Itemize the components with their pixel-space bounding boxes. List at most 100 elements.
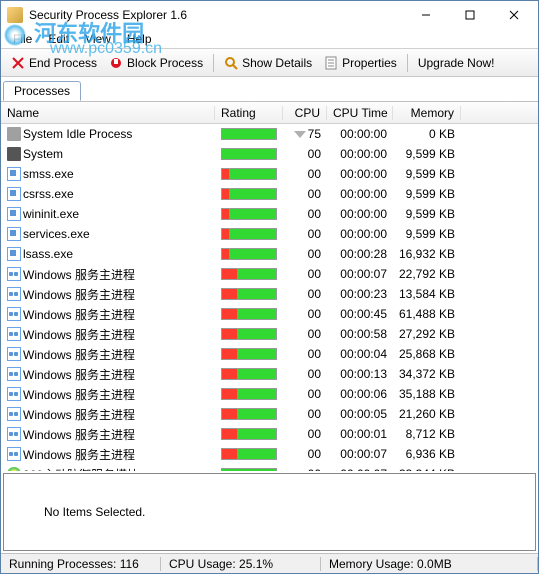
rating-bar	[221, 348, 277, 360]
process-name: Windows 服务主进程	[23, 306, 135, 323]
rating-bar	[221, 288, 277, 300]
table-header: Name Rating CPU CPU Time Memory	[1, 102, 538, 124]
cpu-time-value: 00:00:00	[327, 127, 393, 141]
menu-file[interactable]: File	[5, 30, 40, 48]
process-icon	[7, 407, 21, 421]
cpu-value: 00	[283, 287, 327, 301]
process-name: Windows 服务主进程	[23, 366, 135, 383]
rating-bar	[221, 368, 277, 380]
process-icon	[7, 227, 21, 241]
table-row[interactable]: System Idle Process7500:00:000 KB	[1, 124, 538, 144]
toolbar-separator	[213, 54, 214, 72]
memory-value: 22,792 KB	[393, 267, 461, 281]
table-row[interactable]: csrss.exe0000:00:009,599 KB	[1, 184, 538, 204]
table-row[interactable]: Windows 服务主进程0000:00:0521,260 KB	[1, 404, 538, 424]
memory-value: 35,188 KB	[393, 387, 461, 401]
process-icon	[7, 267, 21, 281]
table-row[interactable]: Windows 服务主进程0000:00:0722,792 KB	[1, 264, 538, 284]
cpu-value: 00	[283, 147, 327, 161]
cpu-time-value: 00:00:00	[327, 167, 393, 181]
memory-value: 9,599 KB	[393, 227, 461, 241]
window-controls	[404, 2, 536, 28]
window-title: Security Process Explorer 1.6	[29, 8, 404, 22]
maximize-button[interactable]	[448, 2, 492, 28]
tabs: Processes	[1, 77, 538, 101]
table-row[interactable]: lsass.exe0000:00:2816,932 KB	[1, 244, 538, 264]
memory-value: 9,599 KB	[393, 207, 461, 221]
col-rating[interactable]: Rating	[215, 106, 283, 120]
app-icon	[7, 7, 23, 23]
show-details-button[interactable]: Show Details	[218, 54, 318, 72]
table-row[interactable]: Windows 服务主进程0000:00:0425,868 KB	[1, 344, 538, 364]
process-name: Windows 服务主进程	[23, 446, 135, 463]
col-name[interactable]: Name	[1, 106, 215, 120]
cpu-value: 00	[283, 447, 327, 461]
memory-value: 6,936 KB	[393, 447, 461, 461]
col-cpu-time[interactable]: CPU Time	[327, 106, 393, 120]
end-process-button[interactable]: End Process	[5, 54, 103, 72]
memory-value: 25,868 KB	[393, 347, 461, 361]
app-window: Security Process Explorer 1.6 File Edit …	[0, 0, 539, 574]
close-button[interactable]	[492, 2, 536, 28]
cpu-value: 00	[283, 467, 327, 471]
process-icon	[7, 427, 21, 441]
table-row[interactable]: Windows 服务主进程0000:00:0635,188 KB	[1, 384, 538, 404]
memory-value: 9,599 KB	[393, 147, 461, 161]
status-memory: Memory Usage: 0.0MB	[321, 557, 538, 571]
upgrade-button[interactable]: Upgrade Now!	[412, 54, 501, 72]
process-name: Windows 服务主进程	[23, 406, 135, 423]
table-row[interactable]: Windows 服务主进程0000:00:018,712 KB	[1, 424, 538, 444]
process-icon	[7, 327, 21, 341]
titlebar: Security Process Explorer 1.6	[1, 1, 538, 29]
rating-bar	[221, 208, 277, 220]
table-row[interactable]: 360主动防御服务模块0000:00:0733,344 KB	[1, 464, 538, 471]
cpu-value: 00	[283, 207, 327, 221]
rating-bar	[221, 228, 277, 240]
rating-bar	[221, 408, 277, 420]
process-icon	[7, 347, 21, 361]
block-process-label: Block Process	[127, 56, 203, 70]
process-name: csrss.exe	[23, 187, 74, 201]
toolbar-separator	[407, 54, 408, 72]
process-name: Windows 服务主进程	[23, 386, 135, 403]
process-name: lsass.exe	[23, 247, 73, 261]
table-row[interactable]: Windows 服务主进程0000:00:4561,488 KB	[1, 304, 538, 324]
table-row[interactable]: Windows 服务主进程0000:00:1334,372 KB	[1, 364, 538, 384]
process-icon	[7, 287, 21, 301]
table-row[interactable]: Windows 服务主进程0000:00:5827,292 KB	[1, 324, 538, 344]
rating-bar	[221, 468, 277, 471]
properties-icon	[324, 56, 338, 70]
memory-value: 21,260 KB	[393, 407, 461, 421]
rating-bar	[221, 328, 277, 340]
process-name: services.exe	[23, 227, 90, 241]
menu-view[interactable]: View	[77, 30, 119, 48]
rating-bar	[221, 268, 277, 280]
table-row[interactable]: wininit.exe0000:00:009,599 KB	[1, 204, 538, 224]
menu-help[interactable]: Help	[119, 30, 160, 48]
minimize-button[interactable]	[404, 2, 448, 28]
table-row[interactable]: smss.exe0000:00:009,599 KB	[1, 164, 538, 184]
col-cpu[interactable]: CPU	[283, 106, 327, 120]
process-name: 360主动防御服务模块	[23, 466, 139, 472]
col-memory[interactable]: Memory	[393, 106, 461, 120]
sort-desc-icon	[294, 131, 306, 138]
block-process-button[interactable]: Block Process	[103, 54, 209, 72]
end-process-label: End Process	[29, 56, 97, 70]
memory-value: 9,599 KB	[393, 167, 461, 181]
process-icon	[7, 167, 21, 181]
table-row[interactable]: Windows 服务主进程0000:00:2313,584 KB	[1, 284, 538, 304]
table-row[interactable]: Windows 服务主进程0000:00:076,936 KB	[1, 444, 538, 464]
rating-bar	[221, 248, 277, 260]
table-row[interactable]: services.exe0000:00:009,599 KB	[1, 224, 538, 244]
show-details-label: Show Details	[242, 56, 312, 70]
properties-button[interactable]: Properties	[318, 54, 403, 72]
cpu-time-value: 00:00:07	[327, 467, 393, 471]
cpu-time-value: 00:00:00	[327, 227, 393, 241]
tab-processes[interactable]: Processes	[3, 81, 81, 101]
table-row[interactable]: System0000:00:009,599 KB	[1, 144, 538, 164]
cpu-time-value: 00:00:01	[327, 427, 393, 441]
memory-value: 8,712 KB	[393, 427, 461, 441]
menu-edit[interactable]: Edit	[40, 30, 77, 48]
menubar: File Edit View Help	[1, 29, 538, 49]
rating-bar	[221, 388, 277, 400]
